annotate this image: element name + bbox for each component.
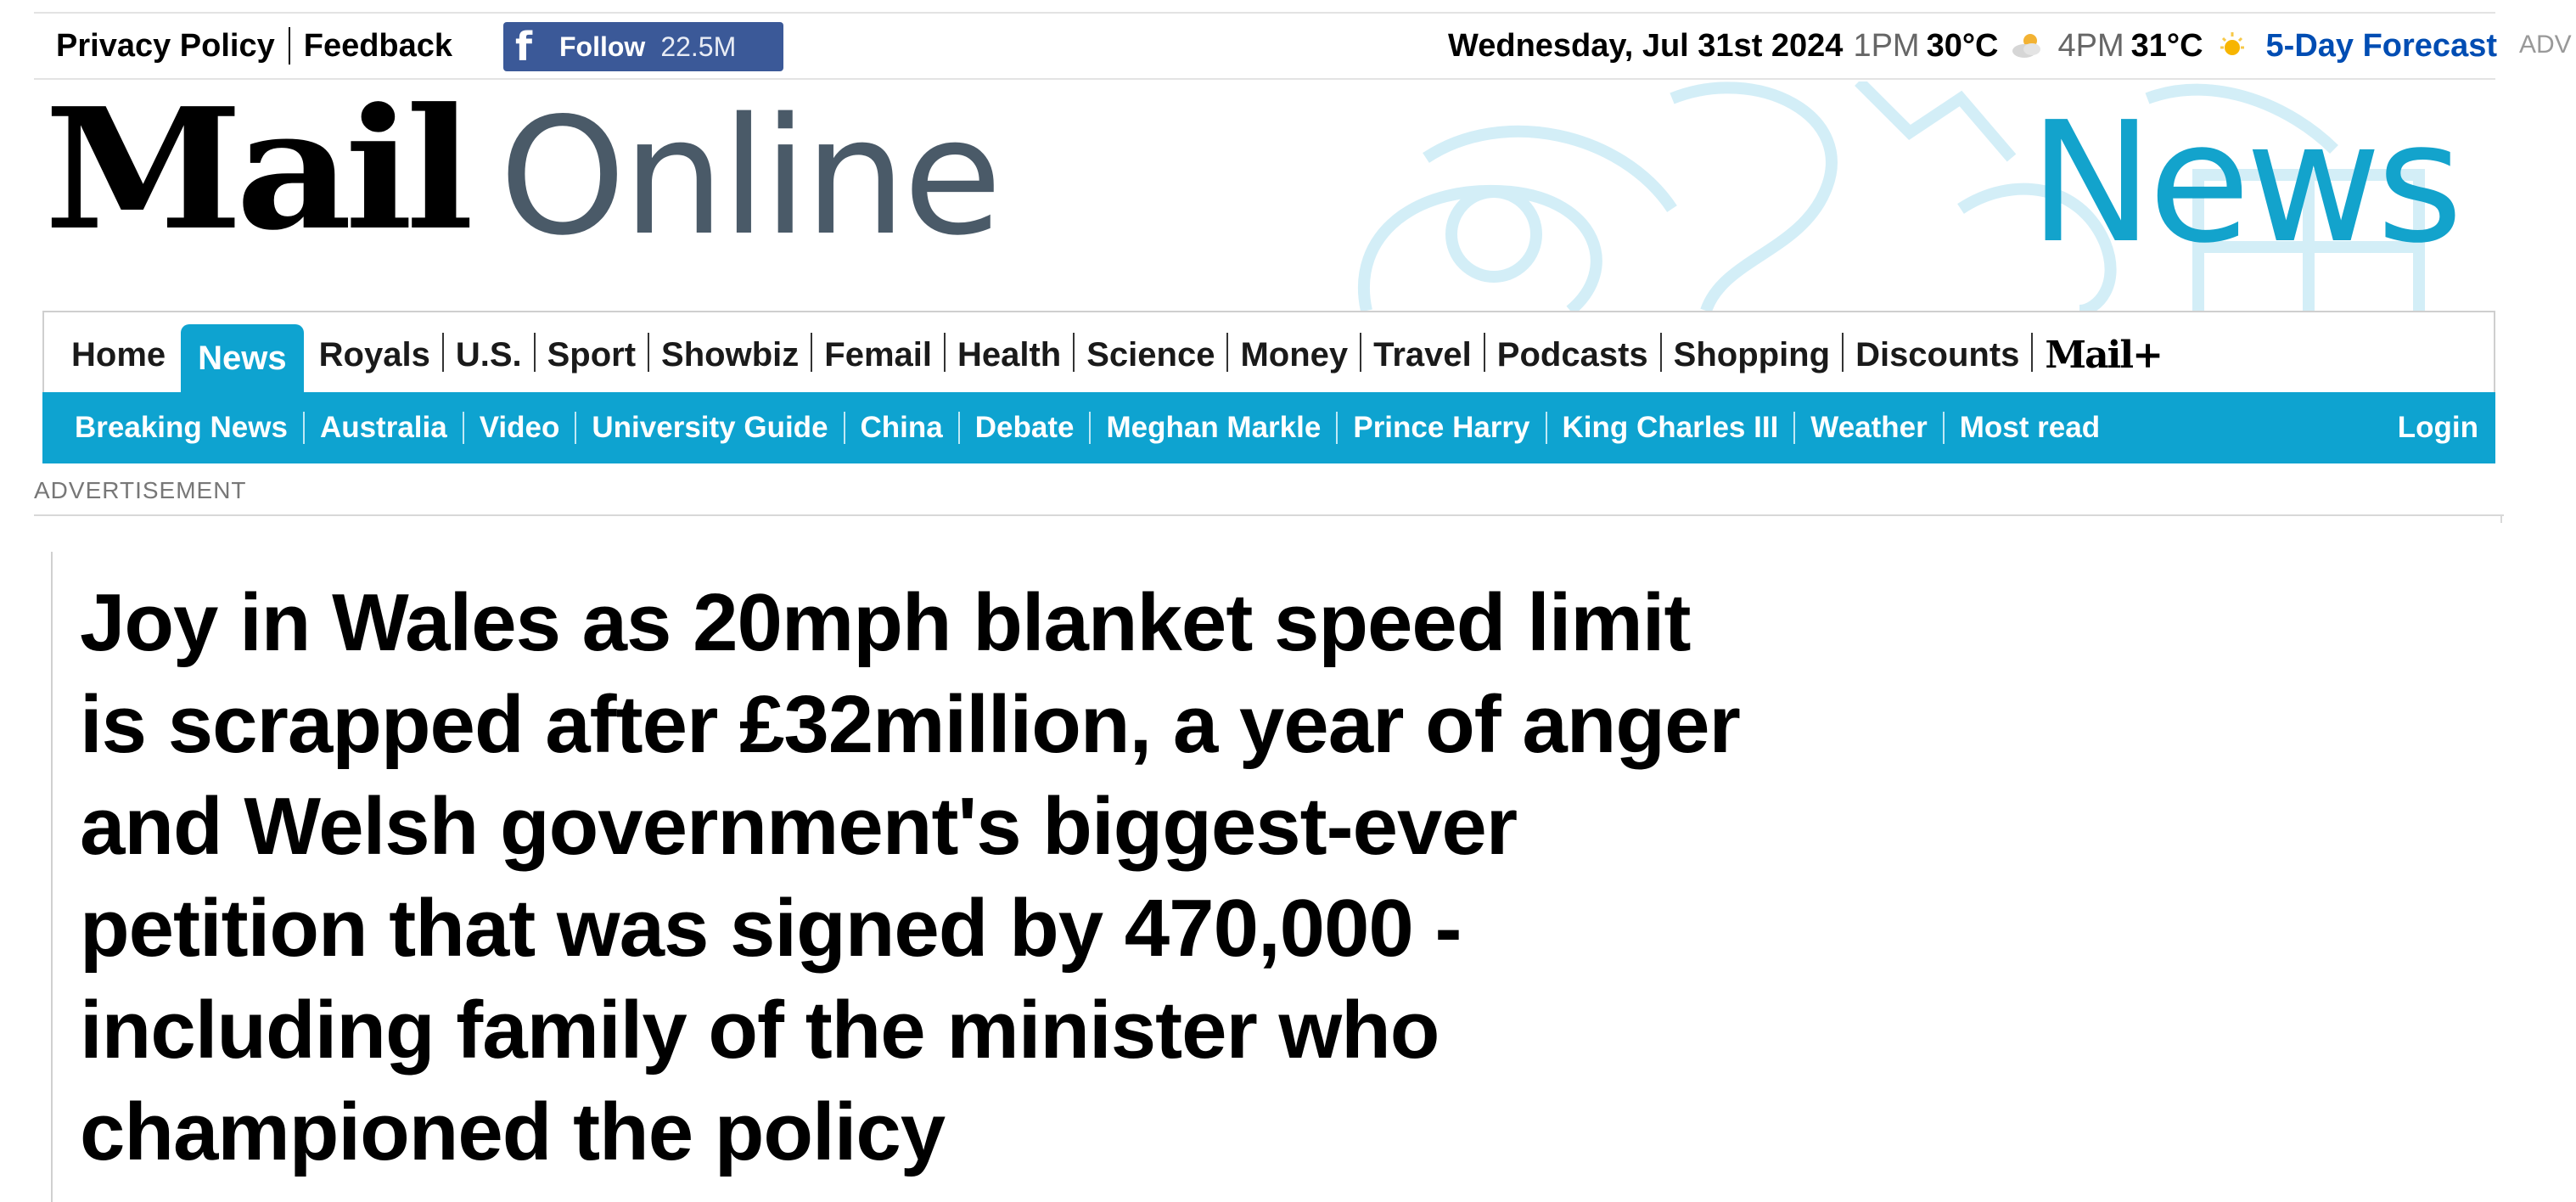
divider <box>288 27 290 65</box>
partly-cloudy-icon <box>2010 29 2044 63</box>
mail-logo[interactable]: Mail <box>44 87 474 253</box>
facebook-follower-count: 22.5M <box>660 31 737 62</box>
mail-plus-link[interactable]: Mail+ <box>2033 317 2174 392</box>
nav-item-home[interactable]: Home <box>59 317 177 392</box>
masthead: Mail Online News <box>34 81 2495 311</box>
divider <box>34 514 2504 516</box>
date-weather: Wednesday, Jul 31st 2024 1PM 30°C 4PM 31… <box>1448 14 2497 78</box>
divider <box>2500 514 2502 523</box>
nav-item-discounts[interactable]: Discounts <box>1844 317 2031 392</box>
subnav-item-weather[interactable]: Weather <box>1795 411 1942 445</box>
article-headline: Joy in Wales as 20mph blanket speed limi… <box>80 577 1741 1177</box>
weather-time-1: 1PM <box>1853 27 1920 64</box>
subnav-item-australia[interactable]: Australia <box>305 411 463 445</box>
weather-temp-2: 31°C <box>2130 27 2203 64</box>
nav-item-showbiz[interactable]: Showbiz <box>649 317 811 392</box>
privacy-policy-link[interactable]: Privacy Policy <box>56 28 275 65</box>
nav-item-science[interactable]: Science <box>1075 317 1226 392</box>
nav-item-sport[interactable]: Sport <box>536 317 648 392</box>
primary-nav: Home News Royals U.S. Sport Showbiz Femail Heal… <box>42 311 2495 392</box>
nav-item-podcasts[interactable]: Podcasts <box>1485 317 1660 392</box>
facebook-icon: f <box>515 24 533 70</box>
nav-item-news[interactable]: News <box>181 324 304 392</box>
online-logo[interactable]: Online <box>499 97 1002 258</box>
nav-item-health[interactable]: Health <box>946 317 1073 392</box>
sun-icon <box>2215 29 2249 63</box>
article: Joy in Wales as 20mph blanket speed limi… <box>51 552 1748 1202</box>
feedback-link[interactable]: Feedback <box>304 28 452 65</box>
top-links: Privacy Policy Feedback <box>56 14 452 78</box>
secondary-nav: Breaking News Australia Video University Gu… <box>42 392 2495 463</box>
weather-temp-1: 30°C <box>1926 27 1999 64</box>
nav-item-shopping[interactable]: Shopping <box>1662 317 1842 392</box>
subnav-item-breaking-news[interactable]: Breaking News <box>59 411 303 445</box>
subnav-item-video[interactable]: Video <box>464 411 575 445</box>
subnav-item-king-charles-iii[interactable]: King Charles III <box>1547 411 1794 445</box>
top-utility-bar: Privacy Policy Feedback f Follow 22.5M W… <box>34 12 2497 80</box>
facebook-follow-button[interactable]: f Follow 22.5M <box>503 22 783 71</box>
current-date: Wednesday, Jul 31st 2024 <box>1448 27 1844 64</box>
section-wordmark: News <box>2029 87 2463 280</box>
nav-item-travel[interactable]: Travel <box>1361 317 1484 392</box>
nav-item-money[interactable]: Money <box>1228 317 1360 392</box>
advertisement-label: ADVERTISEMENT <box>34 477 247 503</box>
subnav-item-most-read[interactable]: Most read <box>1945 411 2115 445</box>
nav-item-royals[interactable]: Royals <box>307 317 442 392</box>
subnav-item-university-guide[interactable]: University Guide <box>576 411 843 445</box>
subnav-item-debate[interactable]: Debate <box>960 411 1090 445</box>
five-day-forecast-link[interactable]: 5-Day Forecast <box>2266 28 2497 65</box>
nav-item-u-s[interactable]: U.S. <box>444 317 534 392</box>
nav-item-femail[interactable]: Femail <box>812 317 944 392</box>
login-link[interactable]: Login <box>2398 392 2478 463</box>
subnav-item-prince-harry[interactable]: Prince Harry <box>1338 411 1545 445</box>
subnav-item-meghan-markle[interactable]: Meghan Markle <box>1091 411 1336 445</box>
weather-time-2: 4PM <box>2057 27 2124 64</box>
facebook-follow-label: Follow <box>559 31 646 62</box>
subnav-item-china[interactable]: China <box>845 411 958 445</box>
advertisement-edge-label: ADV <box>2519 31 2572 59</box>
